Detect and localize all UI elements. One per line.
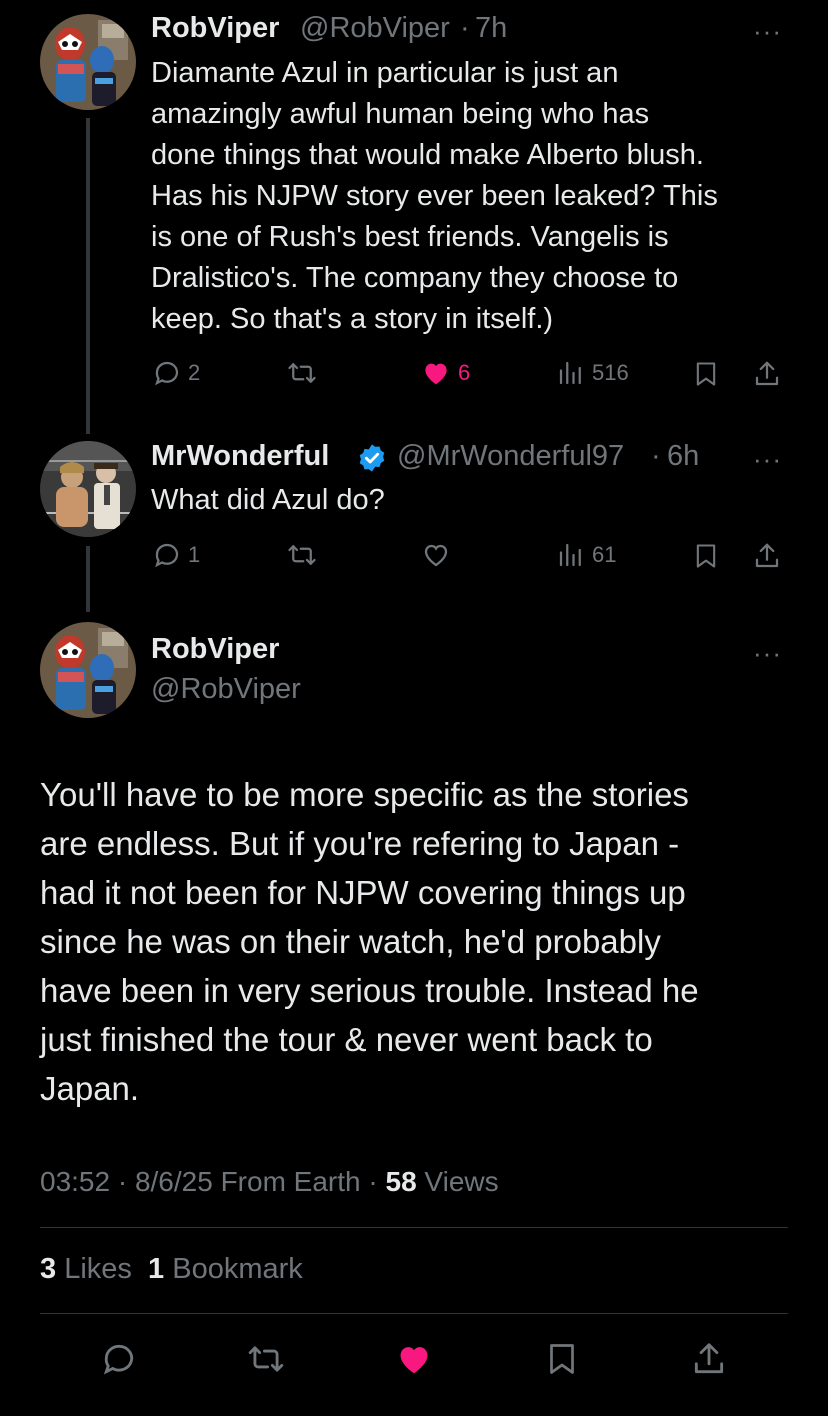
retweet-icon [288, 545, 316, 565]
share-icon [755, 361, 779, 386]
tweet-time[interactable]: 7h [475, 12, 507, 45]
share-button[interactable] [752, 540, 782, 572]
main-tweet-text: You'll have to be more specific as the s… [40, 770, 800, 1113]
views-count: 58 [385, 1166, 417, 1197]
bookmark-icon [550, 1344, 574, 1374]
engagement-stats: 3 Likes 1 Bookmark [40, 1253, 303, 1286]
thread-line-2 [86, 546, 90, 612]
avatar[interactable] [40, 14, 136, 110]
retweet-button[interactable] [286, 540, 318, 570]
views-button[interactable]: 61 [556, 540, 616, 570]
likes-stat[interactable]: 3 Likes [40, 1253, 132, 1285]
timestamp[interactable]: 03:52 · 8/6/25 From Earth · [40, 1166, 386, 1197]
bookmark-button[interactable] [692, 358, 720, 390]
analytics-icon [559, 361, 581, 385]
reply-count: 1 [188, 542, 201, 567]
divider [40, 1227, 788, 1228]
views-label: Views [416, 1166, 499, 1197]
tweet-line: just finished the tour & never went back… [40, 1021, 653, 1058]
tweet-line: You'll have to be more specific as the s… [40, 776, 689, 813]
bookmark-button[interactable] [692, 540, 720, 572]
author-name[interactable]: RobViper [151, 12, 279, 45]
bookmarks-stat[interactable]: 1 Bookmark [148, 1253, 303, 1285]
share-button[interactable] [690, 1338, 728, 1380]
heart-filled-icon [425, 363, 447, 385]
bookmarks-count: 1 [148, 1253, 165, 1285]
tweet-text: What did Azul do? [151, 484, 385, 516]
tweet-time[interactable]: 6h [667, 440, 699, 473]
retweet-icon [248, 1346, 284, 1372]
views-count: 516 [592, 360, 629, 385]
reply-button[interactable]: 2 [152, 358, 200, 388]
avatar[interactable] [40, 441, 136, 537]
author-name[interactable]: RobViper [151, 633, 279, 666]
like-button[interactable]: 6 [420, 358, 470, 388]
more-options-button[interactable]: ··· [753, 444, 782, 475]
tweet-line: is one of Rush's best friends. Vangelis … [151, 221, 669, 253]
separator: · [460, 12, 470, 44]
retweet-icon [288, 363, 316, 383]
author-name[interactable]: MrWonderful [151, 440, 329, 473]
bookmarks-label: Bookmark [164, 1253, 303, 1285]
more-options-button[interactable]: ··· [753, 16, 782, 47]
tweet-line: Diamante Azul in particular is just an [151, 57, 619, 89]
reply-button[interactable] [99, 1340, 139, 1378]
likes-count: 3 [40, 1253, 57, 1285]
tweet-line: done things that would make Alberto blus… [151, 139, 704, 171]
heart-filled-icon [400, 1347, 428, 1374]
tweet-line: have been in very serious trouble. Inste… [40, 972, 699, 1009]
bookmark-icon [696, 544, 716, 568]
likes-label: Likes [56, 1253, 132, 1285]
share-button[interactable] [752, 358, 782, 390]
reply-icon [155, 361, 179, 386]
verified-badge-icon [356, 442, 388, 479]
tweet-line: Japan. [40, 1070, 140, 1107]
tweet-line: had it not been for NJPW covering things… [40, 874, 686, 911]
like-count: 6 [458, 360, 471, 385]
share-icon [694, 1343, 724, 1374]
tweet-line: Has his NJPW story ever been leaked? Thi… [151, 180, 718, 212]
author-handle[interactable]: @RobViper [151, 673, 301, 706]
retweet-button[interactable] [286, 358, 318, 388]
more-options-button[interactable]: ··· [753, 638, 782, 669]
tweet-line: since he was on their watch, he'd probab… [40, 923, 661, 960]
tweet-text: Diamante Azul in particular is just an a… [151, 53, 801, 340]
divider [40, 1313, 788, 1314]
bookmark-icon [696, 362, 716, 386]
views-count: 61 [592, 542, 617, 567]
avatar[interactable] [40, 622, 136, 718]
tweet-line: amazingly awful human being who has [151, 98, 650, 130]
reply-icon [155, 543, 179, 568]
heart-icon [424, 544, 448, 567]
like-button[interactable] [420, 540, 452, 570]
thread-line-1 [86, 118, 90, 434]
author-handle[interactable]: @MrWonderful97 [397, 440, 624, 473]
tweet-metadata: 03:52 · 8/6/25 From Earth · 58 Views [40, 1166, 499, 1198]
analytics-icon [559, 543, 581, 567]
like-button[interactable] [393, 1340, 435, 1378]
tweet-line: keep. So that's a story in itself.) [151, 303, 554, 335]
share-icon [755, 543, 779, 568]
reply-button[interactable]: 1 [152, 540, 200, 570]
tweet-line: are endless. But if you're refering to J… [40, 825, 680, 862]
author-handle[interactable]: @RobViper [300, 12, 450, 45]
tweet-line: Dralistico's. The company they choose to [151, 262, 679, 294]
bookmark-button[interactable] [544, 1338, 580, 1380]
separator: · [651, 440, 661, 472]
reply-icon [103, 1344, 134, 1375]
views-button[interactable]: 516 [556, 358, 629, 388]
reply-count: 2 [188, 360, 201, 385]
retweet-button[interactable] [245, 1340, 287, 1378]
